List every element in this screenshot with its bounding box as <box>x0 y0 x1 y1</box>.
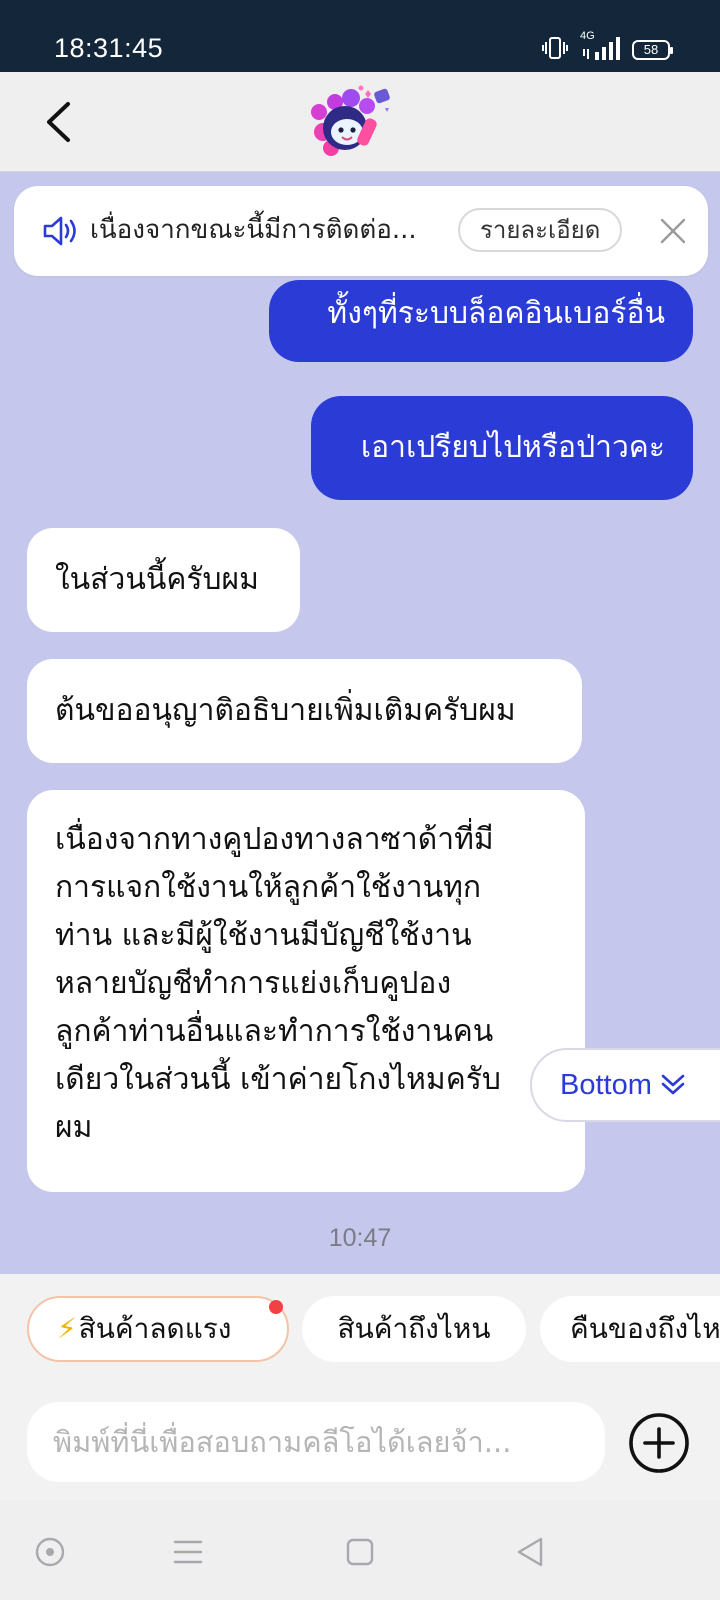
notice-banner[interactable]: เนื่องจากขณะนี้มีการติดต่อ... รายละเอียด <box>14 186 708 276</box>
message-text: เอาเปรียบไปหรือป่าวคะ <box>360 430 665 465</box>
chip-label: สินค้าลดแรง <box>78 1312 232 1345</box>
close-icon[interactable] <box>658 216 688 246</box>
signal-icon: 4G <box>580 30 620 64</box>
battery-icon: 58 <box>632 40 673 60</box>
menu-icon[interactable] <box>166 1530 210 1574</box>
notice-text: เนื่องจากขณะนี้มีการติดต่อ... <box>90 215 417 245</box>
message-line: เนื่องจากทางคูปองทางลาซาด้าที่มี <box>55 822 494 857</box>
message-agent-2: ต้นขออนุญาติอธิบายเพิ่มเติมครับผม <box>27 659 582 763</box>
message-composer <box>0 1378 720 1500</box>
quick-reply-chip[interactable]: คืนของถึงไหน <box>540 1296 720 1362</box>
message-user-1: ทั้งๆที่ระบบล็อคอินเบอร์อื่น <box>269 280 693 362</box>
message-line: หลายบัญชีทำการแย่งเก็บคูปอง <box>55 966 452 1001</box>
message-timestamp: 10:47 <box>328 1224 392 1252</box>
back-icon[interactable] <box>508 1530 552 1574</box>
message-text: ในส่วนนี้ครับผม <box>55 562 259 597</box>
message-agent-3: เนื่องจากทางคูปองทางลาซาด้าที่มี การแจกใ… <box>27 790 585 1192</box>
speaker-icon <box>42 214 78 248</box>
notification-dot <box>269 1300 283 1314</box>
chat-header <box>0 72 720 172</box>
back-button[interactable] <box>30 94 86 150</box>
chip-label: สินค้าถึงไหน <box>337 1312 491 1345</box>
status-time: 18:31:45 <box>54 33 164 63</box>
message-line: ลูกค้าท่านอื่นและทำการใช้งานคน <box>55 1014 494 1049</box>
chevron-left-icon <box>47 102 70 142</box>
message-line: การแจกใช้งานให้ลูกค้าใช้งานทุก <box>55 870 482 905</box>
message-text: ต้นขออนุญาติอธิบายเพิ่มเติมครับผม <box>55 693 516 728</box>
notice-detail-button[interactable]: รายละเอียด <box>458 208 623 252</box>
status-icons: 4G 58 <box>542 30 673 64</box>
assistant-icon[interactable] <box>28 1530 72 1574</box>
message-line: ท่าน และมีผู้ใช้งานมีบัญชีใช้งาน <box>55 918 472 953</box>
message-line: เดียวในส่วนนี้ เข้าค่ายโกงไหมครับ <box>55 1062 501 1097</box>
network-type: 4G <box>580 30 595 42</box>
message-line: ผม <box>55 1110 93 1145</box>
home-icon[interactable] <box>338 1530 382 1574</box>
chip-label: คืนของถึงไหน <box>570 1312 720 1345</box>
message-agent-1: ในส่วนนี้ครับผม <box>27 528 300 632</box>
quick-replies: ⚡สินค้าลดแรง สินค้าถึงไหน คืนของถึงไหน <box>0 1274 720 1378</box>
message-input[interactable] <box>27 1402 605 1482</box>
message-text: ทั้งๆที่ระบบล็อคอินเบอร์อื่น <box>327 296 665 331</box>
double-chevron-down-icon <box>661 1074 685 1095</box>
quick-reply-chip[interactable]: ⚡สินค้าลดแรง <box>27 1296 289 1362</box>
vibrate-icon <box>542 36 568 64</box>
scroll-bottom-label: Bottom <box>560 1068 652 1101</box>
scroll-to-bottom-button[interactable]: Bottom <box>530 1048 720 1122</box>
plus-circle-icon[interactable] <box>628 1412 690 1474</box>
status-bar: 18:31:45 4G 58 <box>0 0 720 72</box>
quick-reply-chip[interactable]: สินค้าถึงไหน <box>302 1296 526 1362</box>
lightning-icon: ⚡ <box>57 1312 77 1345</box>
system-nav-bar <box>0 1500 720 1600</box>
message-user-2: เอาเปรียบไปหรือป่าวคะ <box>311 396 693 500</box>
chat-messages[interactable]: ทั้งๆที่ระบบล็อคอินเบอร์อื่น เอาเปรียบไป… <box>0 172 720 1274</box>
mascot-logo <box>305 82 401 162</box>
